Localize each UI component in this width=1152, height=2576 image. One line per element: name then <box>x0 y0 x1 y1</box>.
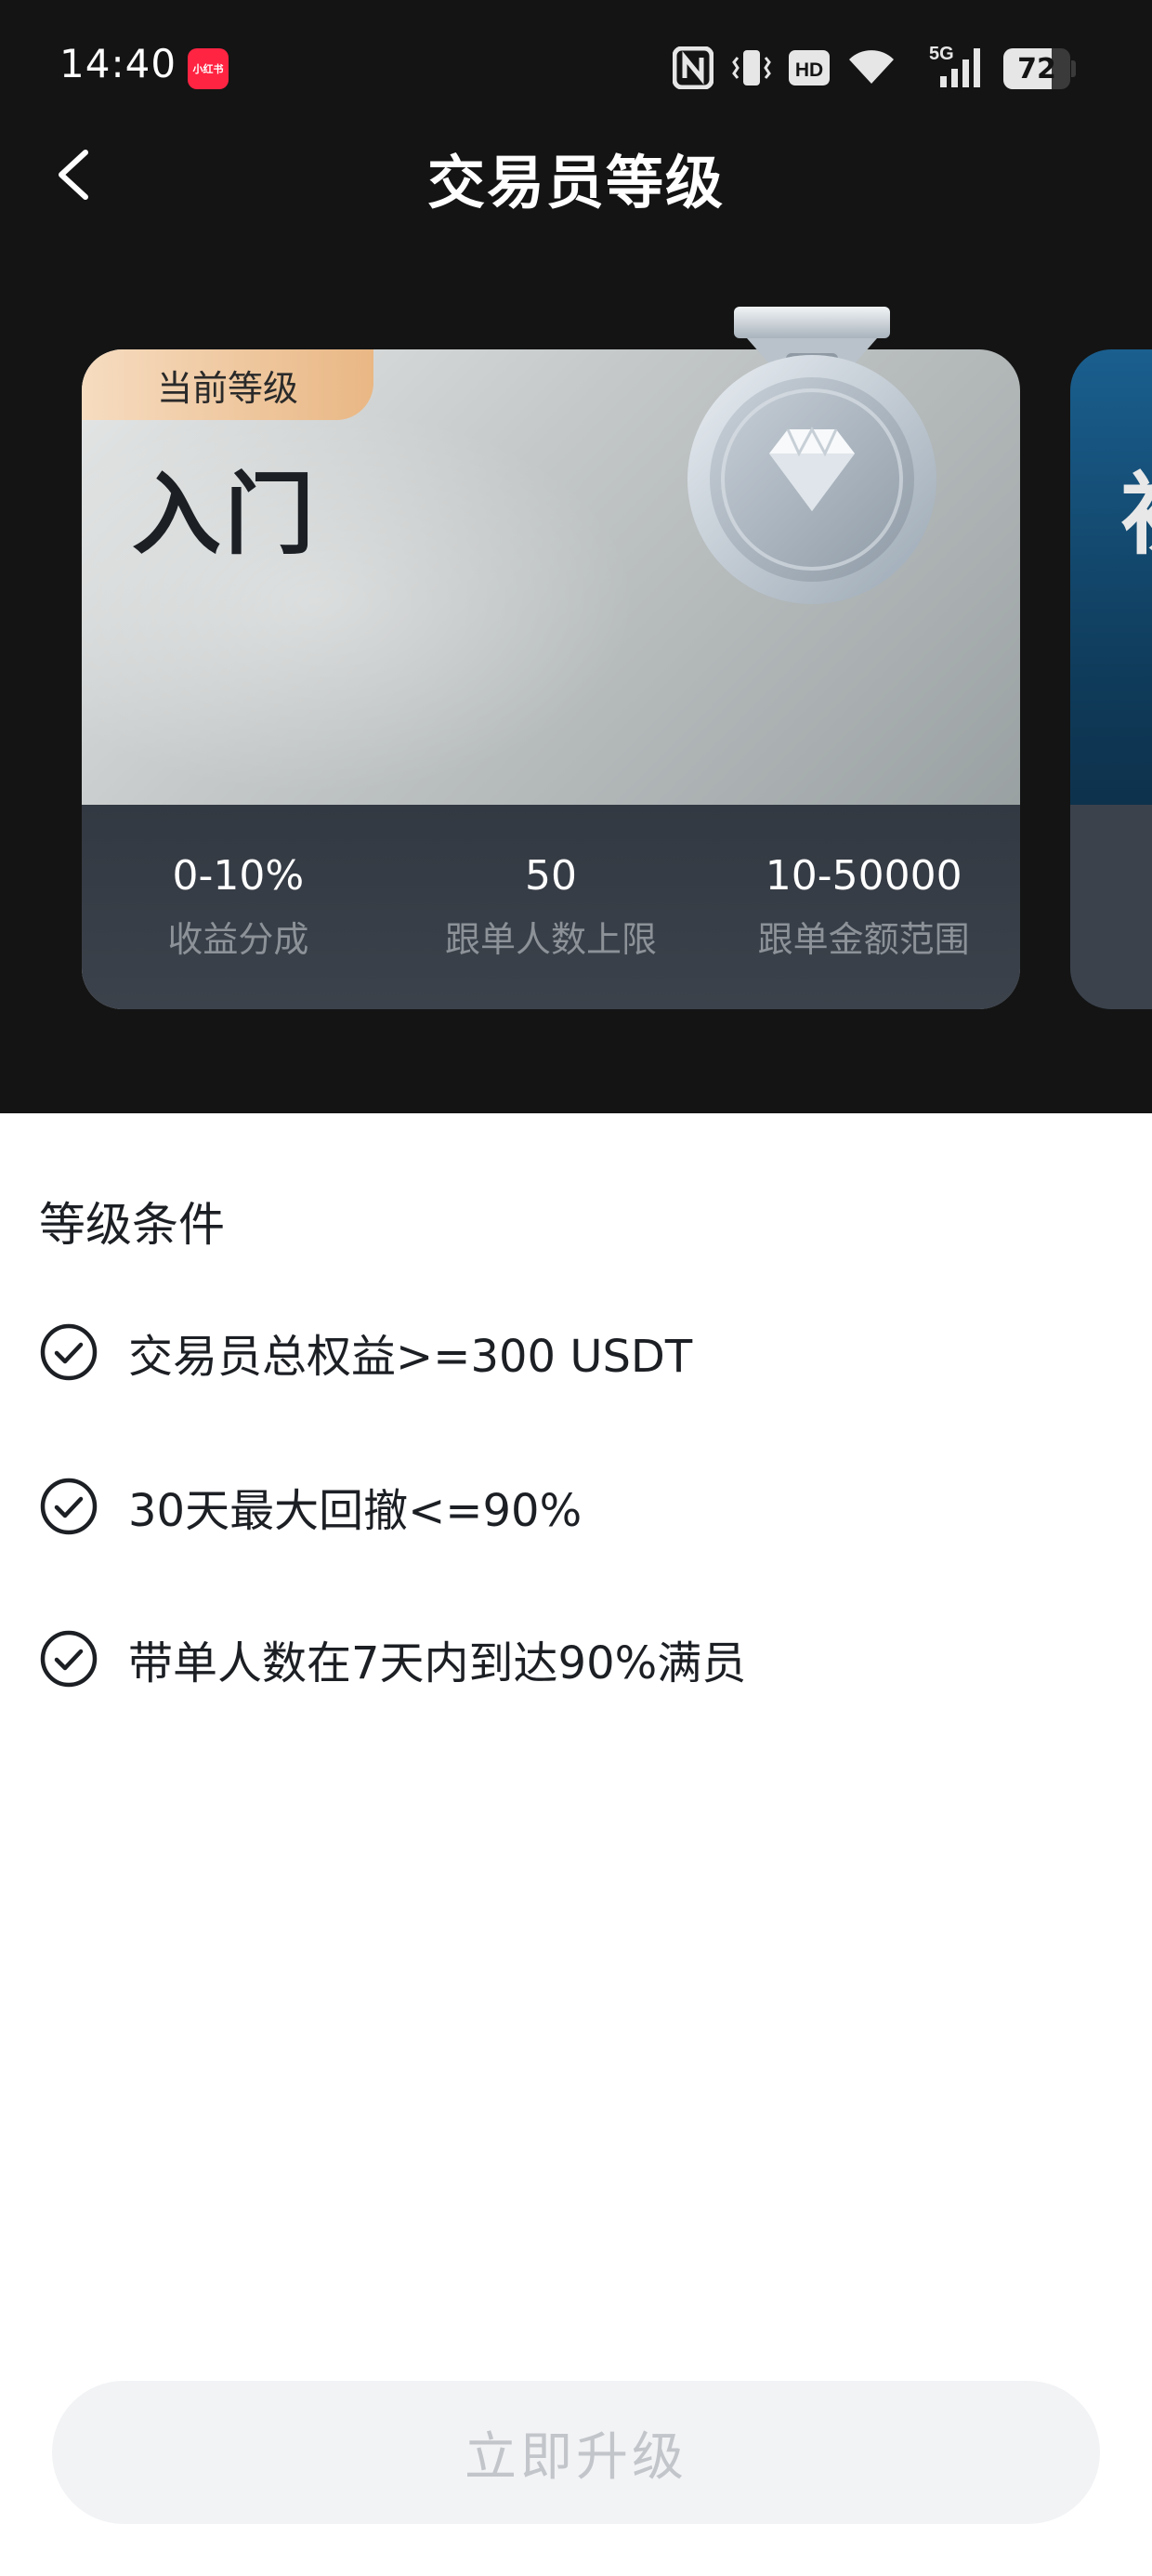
stat-follower-limit: 50 跟单人数上限 <box>395 805 708 1009</box>
condition-item: 30天最大回撤<=90% <box>39 1474 582 1539</box>
check-circle-icon <box>40 1478 98 1535</box>
stat-value: 10-50000 <box>765 852 962 900</box>
app-notification-icon: 小红书 <box>188 48 229 89</box>
upgrade-button[interactable]: 立即升级 <box>52 2381 1100 2524</box>
stat-value: 0-10% <box>172 852 305 900</box>
page-title: 交易员等级 <box>426 149 725 217</box>
condition-text: 带单人数在7天内到达90%满员 <box>128 1637 747 1689</box>
condition-item: 带单人数在7天内到达90%满员 <box>39 1626 746 1691</box>
next-level-card[interactable]: 初 <box>1070 349 1152 1009</box>
conditions-title: 等级条件 <box>39 1198 225 1252</box>
level-header-section: 14:40 小红书 HD 5G 72 交易员等级 当前等级 入门 0-10% 收… <box>0 0 1152 1113</box>
current-level-tag: 当前等级 <box>82 349 373 420</box>
check-circle-icon <box>40 1323 98 1381</box>
condition-text: 交易员总权益>=300 USDT <box>128 1331 693 1383</box>
condition-item: 交易员总权益>=300 USDT <box>39 1320 692 1385</box>
stat-value: 50 <box>525 852 577 900</box>
svg-text:5G: 5G <box>929 44 954 64</box>
status-time: 14:40 <box>59 41 177 86</box>
battery-icon: 72 <box>1003 48 1076 89</box>
level-name: 入门 <box>132 463 318 567</box>
stat-amount-range: 10-50000 跟单金额范围 <box>707 805 1020 1009</box>
next-level-name: 初 <box>1120 442 1152 572</box>
stat-profit-share: 0-10% 收益分成 <box>82 805 395 1009</box>
stat-label: 收益分成 <box>167 919 309 960</box>
diamond-medal-icon <box>687 307 936 604</box>
stat-label: 跟单人数上限 <box>445 919 658 960</box>
hd-icon: HD <box>789 50 830 85</box>
check-circle-icon <box>40 1630 98 1688</box>
battery-level: 72 <box>1017 52 1056 85</box>
stat-label: 跟单金额范围 <box>757 919 970 960</box>
nfc-icon <box>673 46 713 89</box>
wifi-icon <box>849 50 894 84</box>
signal-5g-icon: 5G <box>929 44 980 87</box>
condition-text: 30天最大回撤<=90% <box>128 1485 583 1537</box>
level-stats: 0-10% 收益分成 50 跟单人数上限 10-50000 跟单金额范围 <box>82 805 1020 1009</box>
svg-text:HD: HD <box>795 59 823 81</box>
vibrate-icon <box>732 50 771 85</box>
